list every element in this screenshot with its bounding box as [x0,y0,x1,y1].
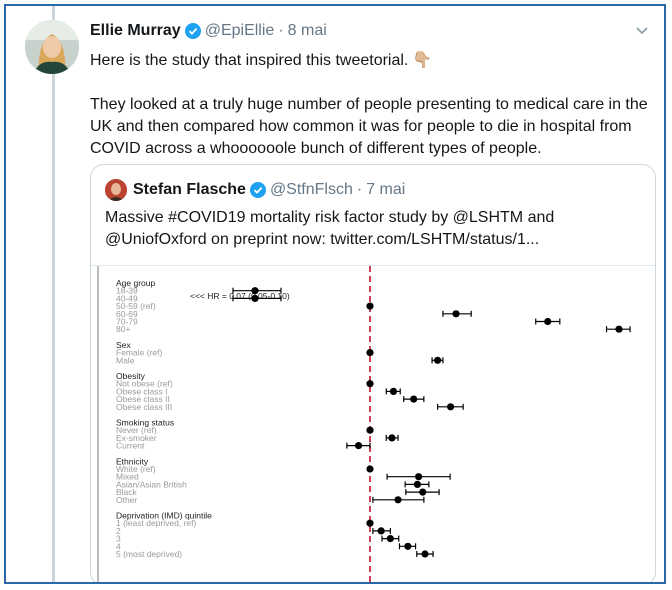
quoted-text: Massive #COVID19 mortality risk factor s… [105,209,555,248]
verified-badge-icon [249,182,266,198]
tweet-header: Ellie Murray @EpiEllie · 8 mai [90,22,327,40]
point-estimate [366,519,374,527]
point-estimate [366,349,374,357]
level-label: 5 (most deprived) [116,549,182,559]
point-estimate [389,387,398,395]
quoted-tweet[interactable]: Stefan Flasche @StfnFlsch · 7 mai Massiv… [90,164,656,582]
point-estimate [413,480,422,488]
point-estimate [366,380,374,388]
pointing-down-emoji: 👇🏼 [412,52,433,69]
point-estimate [421,550,429,558]
quoted-tweet-header: Stefan Flasche @StfnFlsch · 7 mai [105,179,405,201]
level-label: Other [116,495,137,505]
quoted-handle: @StfnFlsch [269,181,353,198]
tweet-paragraph-2: They looked at a truly huge number of pe… [90,96,648,157]
point-estimate [452,310,460,318]
point-estimate [544,317,552,326]
point-estimate [386,535,394,543]
figure-edge [97,266,99,582]
tweet-line-1-text: Here is the study that inspired this twe… [90,52,409,69]
forest-plot-figure: Age group 18-39 40-49 50-59 (ref) 60-69 70-79… [91,265,655,582]
handle[interactable]: @EpiEllie [205,22,275,40]
point-estimate [419,488,427,496]
forest-plot: Age group18-3940-4950-59 (ref)60-6970-79… [116,266,631,582]
level-label: Obese class III [116,402,172,412]
hr-annotation: <<< HR = 0.07 (0.05-0.10) [190,291,290,301]
point-estimate [415,473,423,481]
verified-badge-icon [184,23,201,39]
chevron-down-icon[interactable] [634,22,650,38]
point-estimate [251,287,259,295]
tweet-frame: Ellie Murray @EpiEllie · 8 mai Here is t… [4,4,666,584]
quoted-avatar [105,179,127,201]
level-label: Male [116,355,135,365]
point-estimate [377,527,385,535]
point-estimate [366,465,374,473]
point-estimate [446,403,455,411]
point-estimate [434,356,442,364]
tweet-line-1: Here is the study that inspired this twe… [90,50,650,72]
level-label: Current [116,441,145,451]
separator-dot: · [278,22,284,39]
point-estimate [388,434,396,442]
timestamp[interactable]: 8 mai [288,22,327,40]
thread-line [52,6,55,582]
display-name[interactable]: Ellie Murray [90,22,181,40]
point-estimate [394,496,402,504]
point-estimate [404,542,412,550]
avatar[interactable] [25,20,79,74]
point-estimate [410,395,418,403]
quoted-display-name: Stefan Flasche [133,181,246,198]
tweet-body: Here is the study that inspired this twe… [90,50,650,182]
point-estimate [615,325,623,333]
level-label: 80+ [116,324,130,334]
point-estimate [366,302,374,310]
point-estimate [366,426,374,434]
point-estimate [354,442,363,450]
level-label: 1 (least deprived, ref) [116,518,196,528]
point-estimate [251,294,259,302]
separator-dot: · [356,181,363,198]
quoted-timestamp: 7 mai [366,181,406,198]
